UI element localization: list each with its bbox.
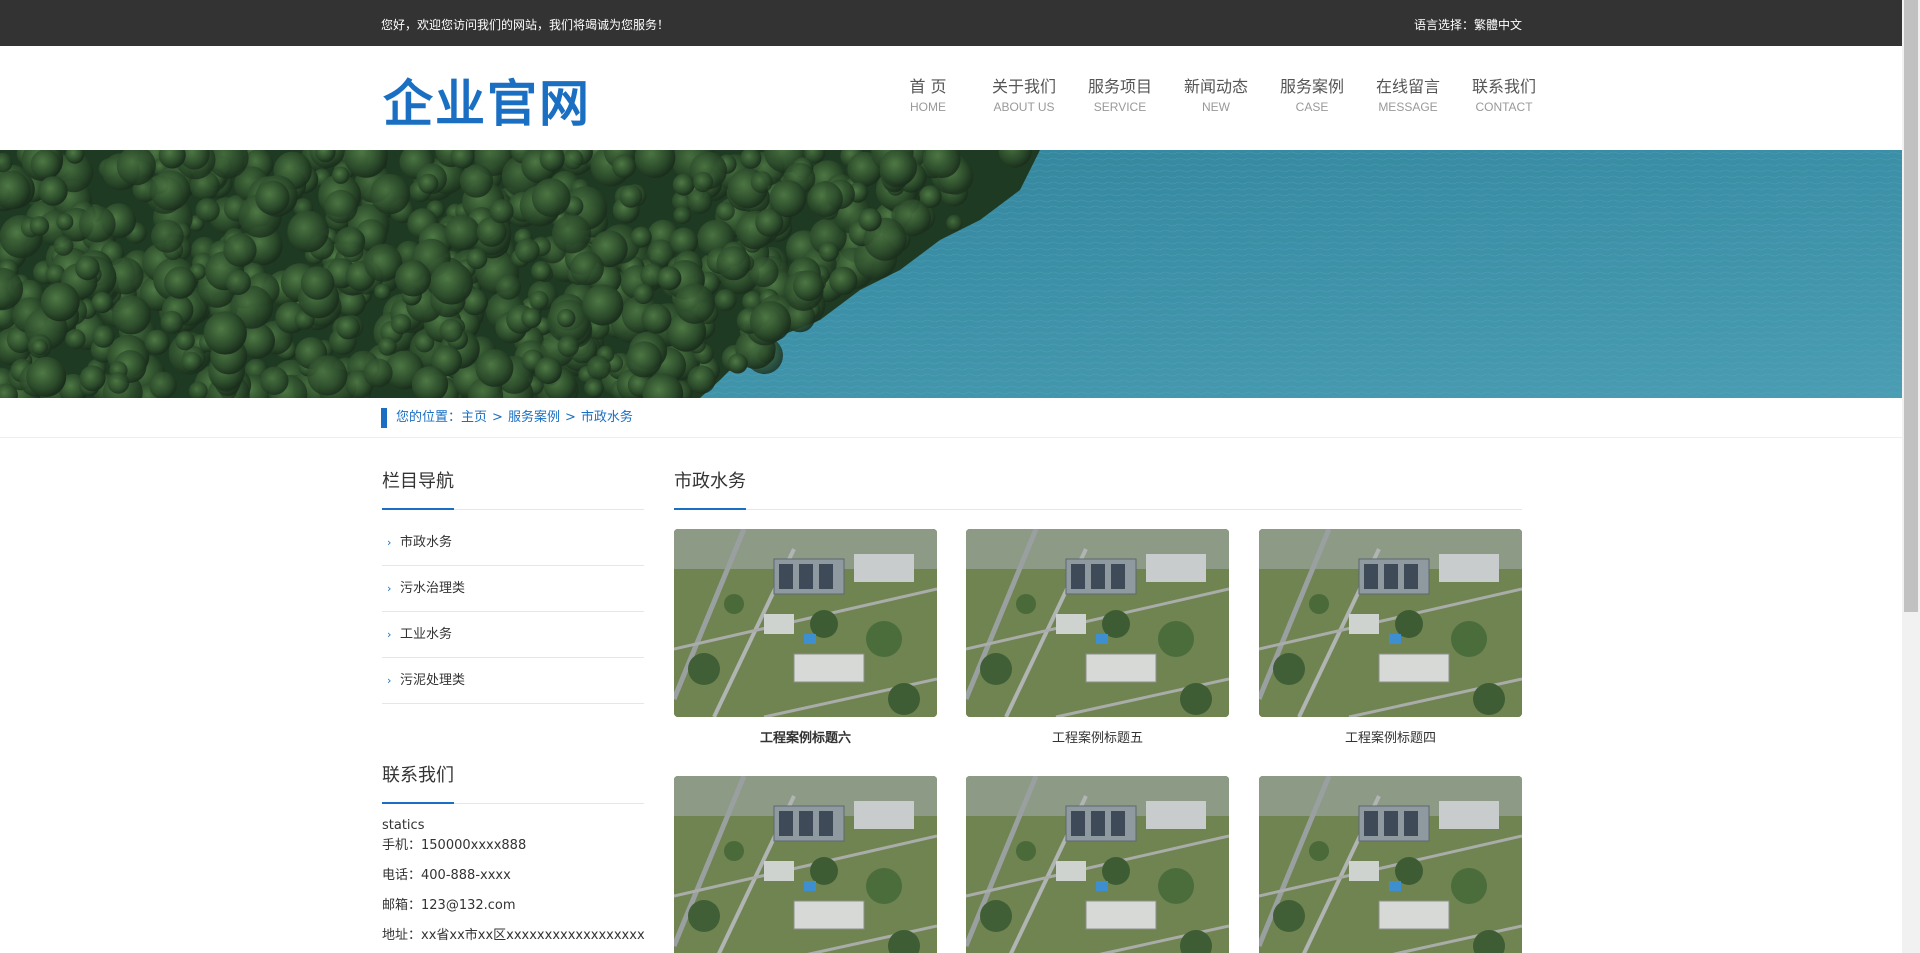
case-thumbnail[interactable] [1259, 776, 1522, 953]
nav-label: 首 页 [909, 77, 947, 96]
sidebar-item-sewage-treatment[interactable]: › 污水治理类 [382, 566, 644, 612]
contact-email: 邮箱：123@132.com [382, 898, 516, 913]
company-name: statics [382, 818, 425, 833]
contact-title: 联系我们 [382, 764, 644, 804]
breadcrumb-home[interactable]: 主页 [461, 410, 487, 425]
nav-label-en: CONTACT [1475, 100, 1533, 114]
nav-about[interactable]: 关于我们 ABOUT US [976, 77, 1072, 116]
nav-service[interactable]: 服务项目 SERVICE [1072, 77, 1168, 116]
case-card[interactable] [1259, 776, 1522, 953]
sidebar-nav-title: 栏目导航 [382, 470, 644, 510]
breadcrumb-cases[interactable]: 服务案例 [508, 410, 560, 425]
nav-contact[interactable]: 联系我们 CONTACT [1456, 77, 1552, 116]
nav-label: 关于我们 [991, 77, 1056, 96]
nav-case[interactable]: 服务案例 CASE [1264, 77, 1360, 116]
scrollbar-thumb[interactable] [1904, 0, 1918, 612]
case-title[interactable]: 工程案例标题四 [1259, 730, 1522, 748]
breadcrumb-separator: > [492, 410, 503, 425]
case-title[interactable]: 工程案例标题五 [966, 730, 1229, 748]
contact-section: 联系我们 statics 手机：150000xxxx888 电话：400-888… [382, 764, 645, 946]
case-thumbnail[interactable] [966, 776, 1229, 953]
nav-label-en: HOME [910, 100, 946, 114]
breadcrumb-bar: 您的位置：主页 > 服务案例 > 市政水务 [0, 398, 1902, 438]
breadcrumb-current[interactable]: 市政水务 [581, 410, 633, 425]
nav-label-en: MESSAGE [1378, 100, 1438, 114]
hero-banner [0, 150, 1902, 398]
nav-label-en: ABOUT US [993, 100, 1055, 114]
sidebar-item-label: 污水治理类 [400, 581, 466, 596]
contact-info: statics 手机：150000xxxx888 电话：400-888-xxxx… [382, 816, 645, 946]
contact-address: 地址：xx省xx市xx区xxxxxxxxxxxxxxxxxx [382, 928, 645, 943]
sidebar: 栏目导航 › 市政水务 › 污水治理类 › 工业水务 › 污泥处理类 联系我们 stat… [382, 470, 645, 953]
sidebar-item-industrial-water[interactable]: › 工业水务 [382, 612, 644, 658]
main-nav: 首 页 HOME 关于我们 ABOUT US 服务项目 SERVICE 新闻动态 NEW… [880, 77, 1552, 116]
page-title: 市政水务 [674, 470, 1522, 510]
case-card[interactable]: 工程案例标题五 [966, 529, 1229, 748]
chevron-right-icon: › [387, 674, 392, 687]
sidebar-item-label: 污泥处理类 [400, 673, 466, 688]
case-card[interactable]: 工程案例标题四 [1259, 529, 1522, 748]
breadcrumb-separator: > [564, 410, 576, 425]
nav-label-en: NEW [1202, 100, 1230, 114]
sidebar-item-sludge-treatment[interactable]: › 污泥处理类 [382, 658, 644, 704]
site-header: 企业官网 首 页 HOME 关于我们 ABOUT US 服务项目 SERVICE 新闻… [0, 46, 1902, 150]
nav-label: 在线留言 [1375, 77, 1440, 96]
case-thumbnail[interactable] [674, 529, 937, 717]
welcome-text: 您好，欢迎您访问我们的网站，我们将竭诚为您服务！ [381, 18, 670, 32]
contact-telephone: 电话：400-888-xxxx [382, 868, 511, 883]
nav-label: 新闻动态 [1183, 77, 1248, 96]
chevron-right-icon: › [387, 582, 392, 595]
traditional-chinese-link[interactable]: 繁體中文 [1474, 18, 1522, 32]
case-thumbnail[interactable] [1259, 529, 1522, 717]
chevron-right-icon: › [387, 536, 392, 549]
nav-label: 服务项目 [1087, 77, 1152, 96]
sidebar-nav-list: › 市政水务 › 污水治理类 › 工业水务 › 污泥处理类 [382, 520, 644, 704]
page-scrollbar[interactable] [1902, 0, 1920, 953]
banner-forest-lake-image [0, 150, 1902, 398]
sidebar-item-label: 市政水务 [400, 535, 453, 550]
nav-label: 联系我们 [1471, 77, 1536, 96]
breadcrumb-prefix: 您的位置： [396, 410, 462, 425]
main-content: 市政水务 工程案例标题六 工程案例标题五 工程案例标题四 [674, 470, 1522, 953]
case-title[interactable]: 工程案例标题六 [674, 730, 937, 748]
contact-mobile: 手机：150000xxxx888 [382, 838, 527, 853]
case-thumbnail[interactable] [966, 529, 1229, 717]
case-thumbnail[interactable] [674, 776, 937, 953]
case-card[interactable] [966, 776, 1229, 953]
language-selector: 语言选择：繁體中文 [1414, 16, 1522, 33]
chevron-right-icon: › [387, 628, 392, 641]
top-bar: 您好，欢迎您访问我们的网站，我们将竭诚为您服务！ 语言选择：繁體中文 [0, 0, 1902, 46]
nav-label-en: CASE [1295, 100, 1329, 114]
language-label: 语言选择： [1413, 18, 1474, 32]
case-card[interactable] [674, 776, 937, 953]
nav-label-en: SERVICE [1093, 100, 1147, 114]
sidebar-item-label: 工业水务 [400, 627, 453, 642]
sidebar-item-municipal-water[interactable]: › 市政水务 [382, 520, 644, 566]
nav-home[interactable]: 首 页 HOME [880, 77, 976, 116]
breadcrumb: 您的位置：主页 > 服务案例 > 市政水务 [381, 408, 633, 428]
case-card[interactable]: 工程案例标题六 [674, 529, 937, 748]
nav-news[interactable]: 新闻动态 NEW [1168, 77, 1264, 116]
nav-label: 服务案例 [1279, 77, 1344, 96]
nav-message[interactable]: 在线留言 MESSAGE [1360, 77, 1456, 116]
site-logo[interactable]: 企业官网 [383, 64, 591, 136]
